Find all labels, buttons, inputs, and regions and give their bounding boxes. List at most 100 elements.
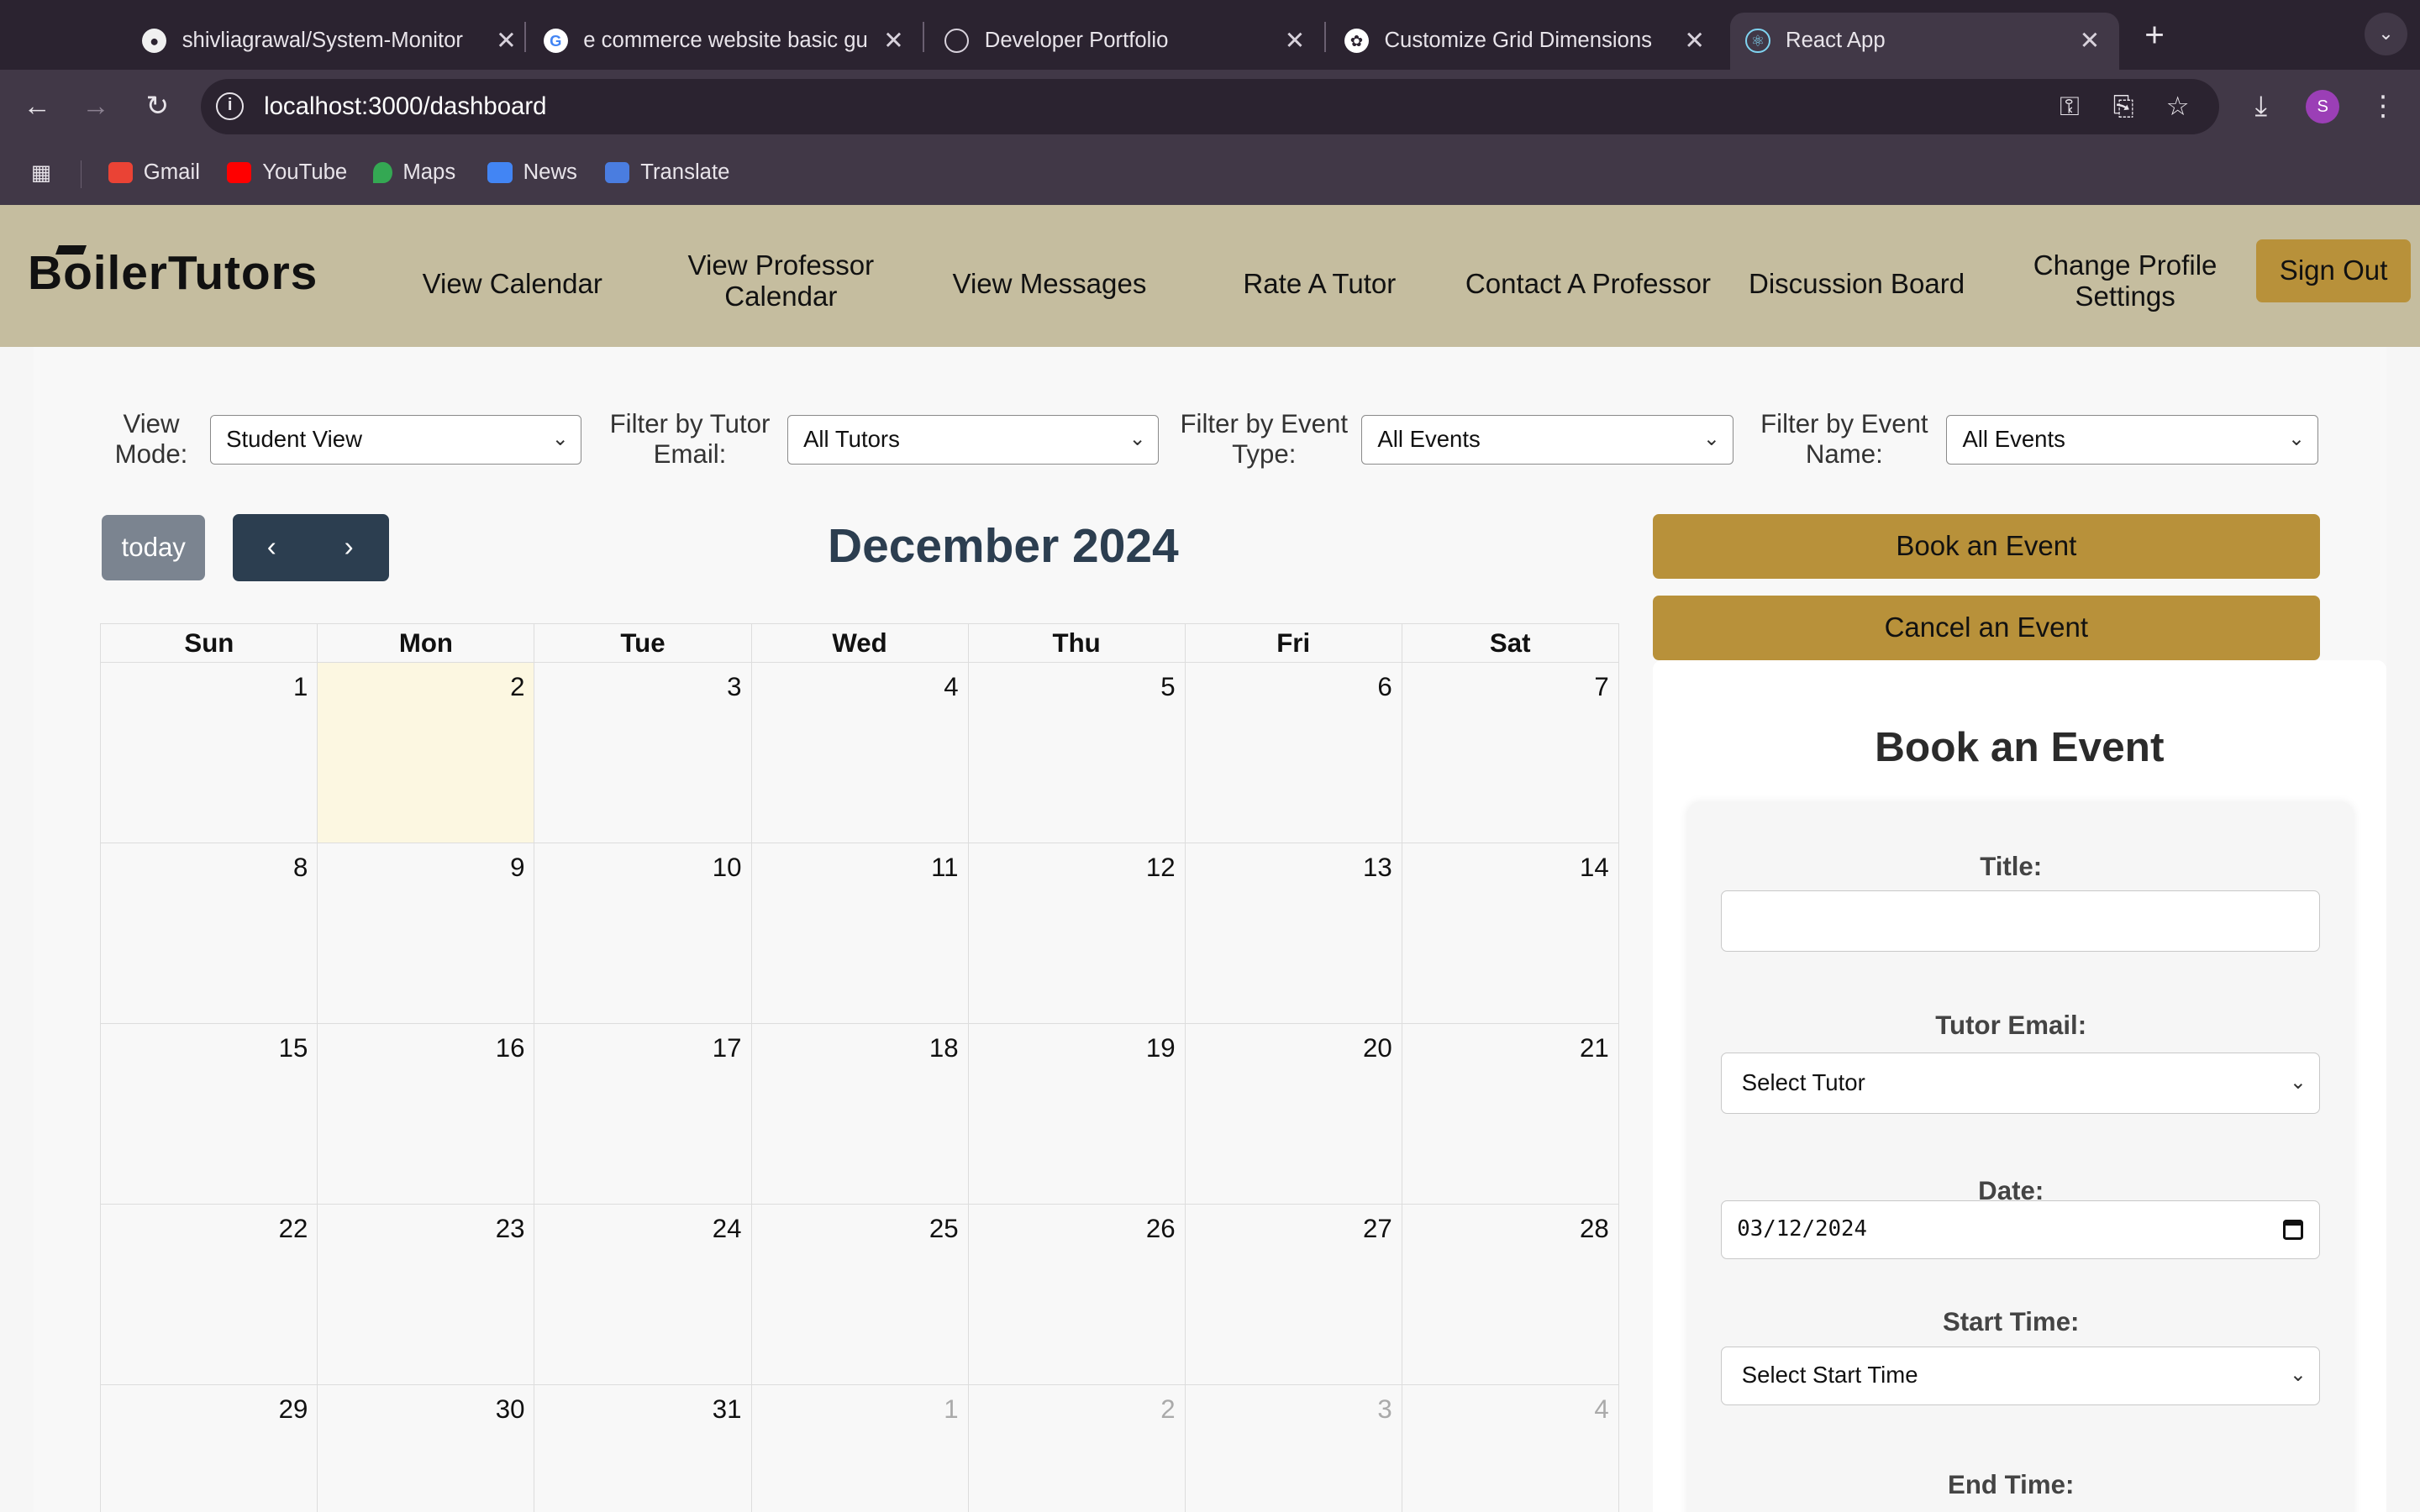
bookmark-star-icon[interactable]: ☆: [2160, 92, 2194, 120]
day-number[interactable]: 21: [1580, 1033, 1609, 1063]
download-icon[interactable]: ⤓: [2244, 88, 2278, 125]
day-number[interactable]: 4: [1594, 1394, 1608, 1425]
nav-view-professor-calendar[interactable]: View Professor Calendar: [657, 250, 904, 312]
calendar-day-other-month[interactable]: 2: [969, 1384, 1186, 1512]
bookmark-maps[interactable]: Maps: [373, 160, 455, 185]
view-mode-select[interactable]: Student View ⌄: [209, 415, 582, 465]
back-icon[interactable]: ←: [18, 88, 55, 125]
nav-change-profile-settings[interactable]: Change Profile Settings: [2016, 250, 2235, 312]
calendar-day[interactable]: 4: [751, 662, 969, 843]
next-month-icon[interactable]: ›: [310, 514, 387, 582]
calendar-day[interactable]: 26: [968, 1204, 1186, 1385]
calendar-day[interactable]: 11: [751, 843, 969, 1024]
tutor-email-filter-select[interactable]: All Tutors ⌄: [786, 415, 1160, 465]
day-number[interactable]: 25: [929, 1214, 959, 1244]
bookmark-youtube[interactable]: YouTube: [226, 160, 347, 185]
password-key-icon[interactable]: ⚿: [2053, 92, 2086, 120]
nav-discussion-board[interactable]: Discussion Board: [1738, 270, 1975, 301]
calendar-day[interactable]: 20: [1185, 1023, 1402, 1205]
close-tab-icon[interactable]: ✕: [1281, 26, 1308, 55]
date-input[interactable]: 03/12/2024: [1720, 1200, 2320, 1259]
day-number[interactable]: 2: [510, 672, 524, 702]
calendar-day[interactable]: 31: [534, 1384, 752, 1512]
calendar-day[interactable]: 30: [318, 1384, 535, 1512]
nav-view-messages[interactable]: View Messages: [941, 270, 1157, 301]
day-number[interactable]: 7: [1594, 672, 1608, 702]
tutor-email-select[interactable]: Select Tutor ⌄: [1720, 1052, 2320, 1115]
calendar-day[interactable]: 5: [968, 662, 1186, 843]
day-number[interactable]: 16: [496, 1033, 525, 1063]
calendar-day[interactable]: 6: [1185, 662, 1402, 843]
day-number[interactable]: 20: [1363, 1033, 1392, 1063]
close-tab-icon[interactable]: ✕: [492, 26, 520, 55]
day-number[interactable]: 22: [279, 1214, 308, 1244]
day-number[interactable]: 1: [944, 1394, 958, 1425]
calendar-day[interactable]: 28: [1402, 1204, 1619, 1385]
calendar-day[interactable]: 18: [751, 1023, 969, 1205]
day-number[interactable]: 9: [510, 853, 524, 883]
calendar-day[interactable]: 19: [968, 1023, 1186, 1205]
calendar-day[interactable]: 17: [534, 1023, 752, 1205]
calendar-day[interactable]: 27: [1185, 1204, 1402, 1385]
calendar-day[interactable]: 21: [1402, 1023, 1619, 1205]
day-number[interactable]: 8: [293, 853, 308, 883]
nav-rate-a-tutor[interactable]: Rate A Tutor: [1212, 270, 1428, 301]
day-number[interactable]: 31: [713, 1394, 742, 1425]
browser-tab[interactable]: ✿ Customize Grid Dimensions ✕: [1344, 13, 1708, 70]
day-number[interactable]: 27: [1363, 1214, 1392, 1244]
day-number[interactable]: 10: [713, 853, 742, 883]
close-tab-icon[interactable]: ✕: [2075, 26, 2103, 55]
forward-icon[interactable]: →: [77, 88, 114, 125]
site-info-icon[interactable]: i: [216, 92, 245, 121]
calendar-day[interactable]: 1: [101, 662, 318, 843]
calendar-day-other-month[interactable]: 1: [752, 1384, 969, 1512]
calendar-day[interactable]: 24: [534, 1204, 752, 1385]
book-event-button[interactable]: Book an Event: [1653, 513, 2320, 579]
calendar-day[interactable]: 10: [534, 843, 752, 1024]
calendar-day-other-month[interactable]: 3: [1186, 1384, 1402, 1512]
new-tab-icon[interactable]: +: [2139, 15, 2170, 55]
sign-out-button[interactable]: Sign Out: [2256, 239, 2411, 302]
close-tab-icon[interactable]: ✕: [880, 26, 908, 55]
calendar-day[interactable]: 16: [318, 1023, 535, 1205]
start-time-select[interactable]: Select Start Time ⌄: [1720, 1347, 2320, 1406]
day-number[interactable]: 12: [1146, 853, 1176, 883]
calendar-day[interactable]: 14: [1402, 843, 1619, 1024]
calendar-picker-icon[interactable]: [2283, 1219, 2304, 1240]
close-tab-icon[interactable]: ✕: [1681, 26, 1708, 55]
browser-tab[interactable]: Developer Portfolio ✕: [944, 13, 1308, 70]
browser-tab[interactable]: ● shivliagrawal/System-Monitor ✕: [141, 13, 520, 70]
calendar-day[interactable]: 22: [101, 1204, 318, 1385]
calendar-day[interactable]: 29: [101, 1384, 318, 1512]
calendar-day-other-month[interactable]: 4: [1402, 1384, 1619, 1512]
day-number[interactable]: 13: [1363, 853, 1392, 883]
day-number[interactable]: 17: [713, 1033, 742, 1063]
day-number[interactable]: 23: [496, 1214, 525, 1244]
bookmark-gmail[interactable]: Gmail: [108, 160, 200, 185]
cancel-event-button[interactable]: Cancel an Event: [1653, 595, 2320, 661]
today-button[interactable]: today: [102, 515, 206, 580]
day-number[interactable]: 14: [1580, 853, 1609, 883]
calendar-day[interactable]: 9: [318, 843, 535, 1024]
day-number[interactable]: 4: [944, 672, 958, 702]
bookmark-news[interactable]: News: [487, 160, 577, 185]
day-number[interactable]: 11: [931, 853, 958, 883]
nav-view-calendar[interactable]: View Calendar: [404, 270, 620, 301]
calendar-day[interactable]: 7: [1402, 662, 1619, 843]
nav-contact-a-professor[interactable]: Contact A Professor: [1457, 270, 1719, 301]
install-app-icon[interactable]: ⎘: [2107, 92, 2140, 120]
calendar-day[interactable]: 3: [534, 662, 752, 843]
day-number[interactable]: 15: [279, 1033, 308, 1063]
day-number[interactable]: 24: [713, 1214, 742, 1244]
day-number[interactable]: 19: [1146, 1033, 1176, 1063]
calendar-day[interactable]: 25: [751, 1204, 969, 1385]
bookmark-translate[interactable]: Translate: [604, 160, 729, 185]
apps-grid-icon[interactable]: ▦: [31, 160, 51, 186]
tab-search-icon[interactable]: ⌄: [2364, 12, 2408, 56]
event-name-filter-select[interactable]: All Events ⌄: [1946, 415, 2318, 465]
day-number[interactable]: 3: [727, 672, 741, 702]
calendar-day[interactable]: 15: [101, 1023, 318, 1205]
address-bar[interactable]: i localhost:3000/dashboard ⚿ ⎘ ☆: [200, 78, 2220, 134]
calendar-day[interactable]: 12: [968, 843, 1186, 1024]
day-number[interactable]: 1: [293, 672, 308, 702]
